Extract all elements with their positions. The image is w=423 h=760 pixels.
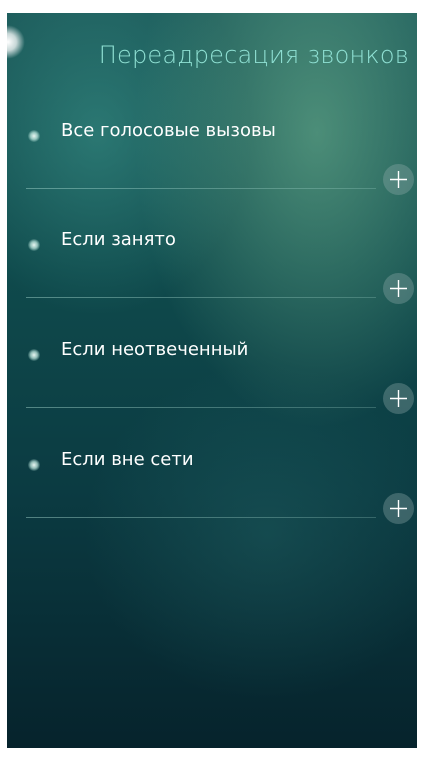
add-forwarding-number-button[interactable]: [383, 273, 414, 304]
bullet-icon: [28, 349, 40, 361]
divider: [26, 188, 376, 189]
plus-icon: [390, 171, 407, 188]
forwarding-option-label: Все голосовые вызовы: [61, 120, 276, 141]
plus-icon: [390, 280, 407, 297]
forwarding-option-if-no-answer[interactable]: Если неотвеченный: [7, 336, 417, 446]
plus-icon: [390, 500, 407, 517]
bullet-icon: [28, 130, 40, 142]
divider: [26, 297, 376, 298]
forwarding-option-label: Если неотвеченный: [61, 339, 249, 360]
call-forwarding-screen: Переадресация звонков Все голосовые вызо…: [7, 13, 417, 748]
forwarding-option-if-busy[interactable]: Если занято: [7, 226, 417, 336]
add-forwarding-number-button[interactable]: [383, 164, 414, 195]
bullet-icon: [28, 459, 40, 471]
forwarding-option-label: Если занято: [61, 229, 176, 250]
divider: [26, 407, 376, 408]
divider: [26, 517, 376, 518]
bullet-icon: [28, 239, 40, 251]
pulley-menu-indicator: [7, 25, 25, 59]
forwarding-option-label: Если вне сети: [61, 449, 194, 470]
forwarding-option-all-calls[interactable]: Все голосовые вызовы: [7, 117, 417, 227]
page-title: Переадресация звонков: [98, 41, 409, 69]
forwarding-option-if-out-of-network[interactable]: Если вне сети: [7, 446, 417, 556]
add-forwarding-number-button[interactable]: [383, 383, 414, 414]
plus-icon: [390, 390, 407, 407]
add-forwarding-number-button[interactable]: [383, 493, 414, 524]
